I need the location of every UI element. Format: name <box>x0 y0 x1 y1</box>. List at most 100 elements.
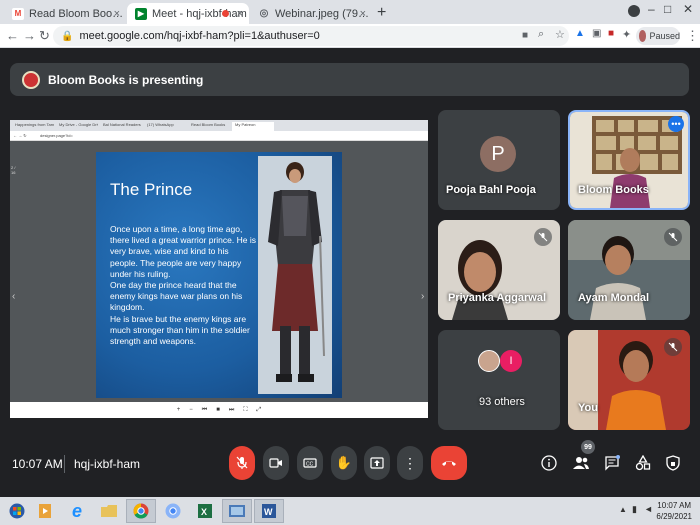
extension-icon[interactable]: ■ <box>608 28 614 39</box>
shared-screen: Happenings from Tarnaka My Drive - Googl… <box>10 120 428 418</box>
camera-toggle-button[interactable] <box>263 446 289 480</box>
close-tab-icon[interactable]: × <box>237 8 243 20</box>
lock-icon: 🔒 <box>61 30 74 42</box>
taskbar-app-chrome-2[interactable] <box>158 499 188 523</box>
taskbar-app-word[interactable]: W <box>254 499 284 523</box>
tab-title: Read Bloom Books Mystery Read <box>29 7 126 20</box>
avatar <box>639 30 647 42</box>
back-icon[interactable]: ← <box>6 28 19 43</box>
participant-tile-priyanka[interactable]: Priyanka Aggarwal <box>438 220 560 320</box>
first-page-icon: ⏮ <box>201 406 208 413</box>
muted-mic-icon <box>664 338 682 356</box>
start-button[interactable] <box>2 499 32 523</box>
muted-mic-icon <box>534 228 552 246</box>
reload-icon[interactable]: ↻ <box>39 28 50 44</box>
link-icon: ⤢ <box>256 406 262 413</box>
present-now-button[interactable] <box>364 446 390 480</box>
forward-icon[interactable]: → <box>23 28 36 43</box>
network-icon[interactable]: ▮ <box>632 504 637 515</box>
close-tab-icon[interactable]: × <box>360 8 366 20</box>
show-everyone-button[interactable] <box>570 452 592 474</box>
more-options-button[interactable]: ⋮ <box>397 446 423 480</box>
presenting-banner: Bloom Books is presenting <box>10 63 689 96</box>
captions-button[interactable]: CC <box>297 446 323 480</box>
participant-tile-others[interactable]: I 93 others <box>438 330 560 430</box>
participant-tile-bloom-books[interactable]: ••• Bloom Books <box>568 110 690 210</box>
recording-dot-icon <box>222 10 229 17</box>
meeting-details-button[interactable] <box>538 452 560 474</box>
close-tab-icon[interactable]: × <box>114 8 120 20</box>
hand-icon: ✋ <box>335 455 353 470</box>
participant-tile-ayam[interactable]: Ayam Mondal <box>568 220 690 320</box>
more-vert-icon: ⋮ <box>403 454 417 471</box>
divider <box>64 455 65 473</box>
fit-icon: ■ <box>216 407 220 413</box>
zoom-icon[interactable]: ⌕ <box>538 28 544 41</box>
browser-tab-webinar[interactable]: ◎ Webinar.jpeg (793×1122) × <box>250 3 372 24</box>
last-page-icon: ⏭ <box>228 406 235 413</box>
svg-text:X: X <box>201 507 207 517</box>
chrome-icon <box>133 503 149 519</box>
browser-menu-icon[interactable]: ⋮ <box>686 28 699 44</box>
present-icon <box>370 457 384 469</box>
shared-tab-strip: Happenings from Tarnaka My Drive - Googl… <box>10 120 428 131</box>
story-slide: The Prince Once upon a time, a long time… <box>96 152 342 398</box>
participant-tile-you[interactable]: You <box>568 330 690 430</box>
raise-hand-button[interactable]: ✋ <box>331 446 357 480</box>
browser-tab-gmail[interactable]: M Read Bloom Books Mystery Read × <box>4 3 126 24</box>
maximize-button[interactable]: □ <box>664 2 671 16</box>
host-controls-button[interactable] <box>662 452 684 474</box>
participant-tile-pooja[interactable]: P Pooja Bahl Pooja <box>438 110 560 210</box>
taskbar-app-media[interactable] <box>30 499 60 523</box>
tab-title: Meet - hqj-ixbf-ham <box>152 7 247 20</box>
address-bar[interactable]: 🔒 meet.google.com/hqj-ixbf-ham?pli=1&aut… <box>53 26 569 46</box>
presenting-text: Bloom Books is presenting <box>48 72 204 87</box>
gmail-icon: M <box>12 7 24 20</box>
leave-call-button[interactable] <box>431 446 467 480</box>
tab-title: Webinar.jpeg (793×1122) <box>275 7 372 20</box>
activities-button[interactable] <box>632 452 654 474</box>
chat-button[interactable] <box>601 452 623 474</box>
extension-icon[interactable]: ▣ <box>592 28 601 39</box>
taskbar-app-chrome[interactable] <box>126 499 156 523</box>
profile-paused-button[interactable]: Paused <box>636 27 680 45</box>
new-tab-button[interactable]: + <box>377 4 386 22</box>
avatar: P <box>480 136 516 172</box>
shared-tab: (17) WhatsApp <box>147 122 174 127</box>
taskbar-app-explorer[interactable] <box>94 499 124 523</box>
captions-icon: CC <box>303 458 317 468</box>
meeting-code: hqj-ixbf-ham <box>74 457 141 471</box>
viewer-controls: + − ⏮ ■ ⏭ ⛶ ⤢ <box>10 402 428 418</box>
url-text: meet.google.com/hqj-ixbf-ham?pli=1&authu… <box>79 30 320 42</box>
svg-text:W: W <box>264 507 273 517</box>
tray-expand-icon[interactable]: ▲ <box>619 505 627 514</box>
minimize-button[interactable]: – <box>648 2 655 16</box>
activities-icon <box>635 455 651 471</box>
internet-explorer-icon: e <box>71 500 82 521</box>
people-icon <box>573 457 589 469</box>
participant-name: You <box>578 402 598 414</box>
muted-mic-icon <box>664 228 682 246</box>
zoom-out-icon: + <box>176 407 181 413</box>
participant-name: Pooja Bahl Pooja <box>446 184 536 196</box>
tab-search-icon[interactable] <box>628 5 640 17</box>
taskbar-app-photos[interactable] <box>222 499 252 523</box>
camera-indicator-icon[interactable]: ■ <box>522 30 528 41</box>
browser-tab-meet[interactable]: ▶ Meet - hqj-ixbf-ham × <box>127 3 249 24</box>
bookmark-star-icon[interactable]: ☆ <box>555 28 565 41</box>
extension-icon[interactable]: ▲ <box>575 28 585 39</box>
shared-tab: My Drive - Google Drive <box>59 122 98 127</box>
camera-icon <box>269 458 282 468</box>
close-window-button[interactable]: ✕ <box>683 2 693 16</box>
system-clock[interactable]: 10:07 AM 6/29/2021 <box>656 500 692 522</box>
taskbar-app-ie[interactable]: e <box>62 499 92 523</box>
mic-toggle-button[interactable] <box>229 446 255 480</box>
taskbar-app-excel[interactable]: X <box>190 499 220 523</box>
browser-tab-strip: M Read Bloom Books Mystery Read × ▶ Meet… <box>0 0 700 24</box>
next-page-icon: › <box>421 291 425 302</box>
puzzle-extensions-icon[interactable]: ✦ <box>622 28 631 41</box>
volume-icon[interactable]: ◄ <box>644 504 653 514</box>
zoom-in-icon: − <box>189 407 193 413</box>
shared-url: designer.page?id= <box>40 133 73 138</box>
folder-icon <box>101 505 117 517</box>
